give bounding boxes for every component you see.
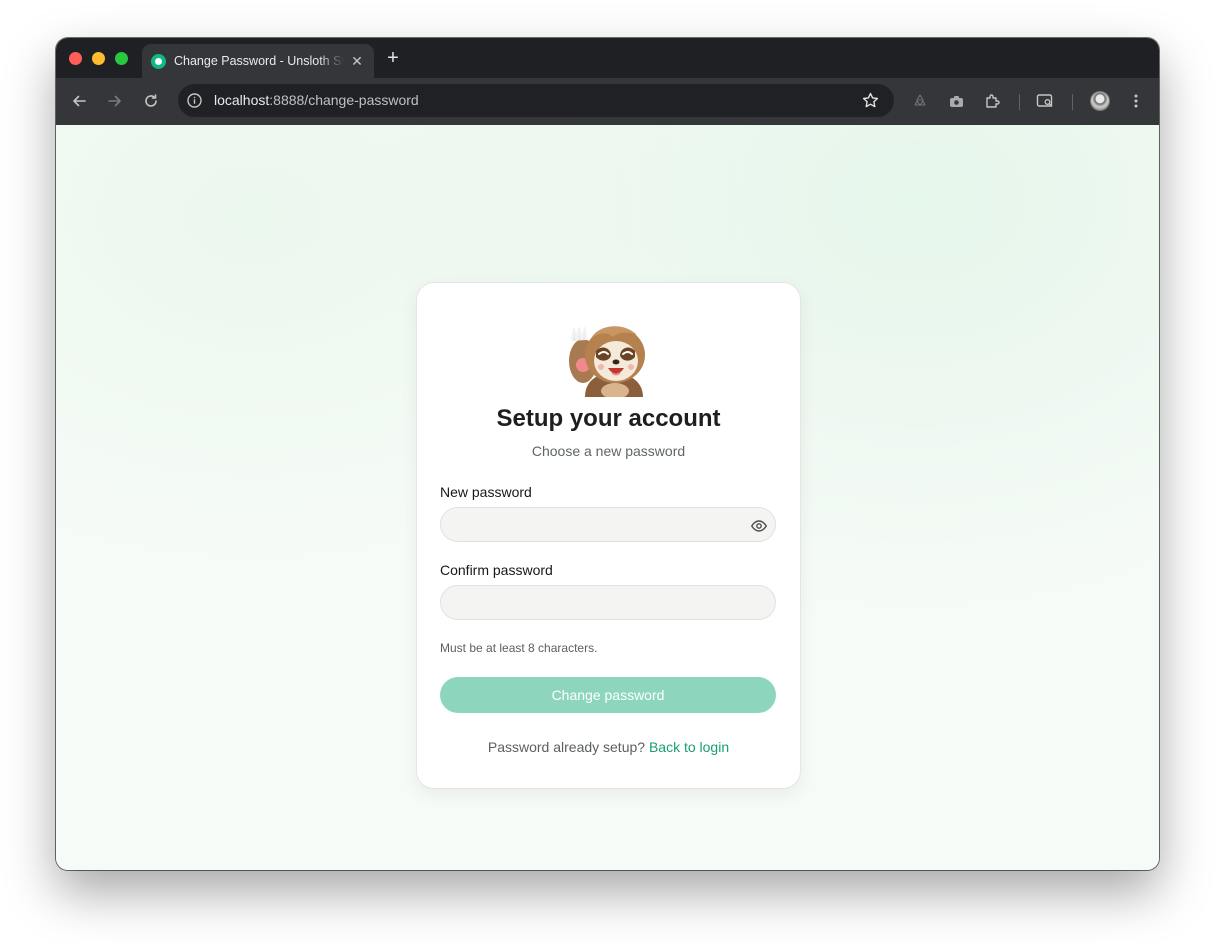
new-password-label: New password: [440, 484, 532, 500]
page-viewport: Setup your account Choose a new password…: [56, 125, 1159, 870]
back-arrow-icon[interactable]: [69, 91, 89, 111]
browser-toolbar: localhost:8888/change-password: [56, 78, 1159, 125]
url-host: localhost: [214, 92, 270, 108]
tab-title: Change Password - Unsloth Studio: [174, 54, 344, 68]
zoom-window-button[interactable]: [115, 52, 128, 65]
reading-mode-icon[interactable]: [1035, 91, 1055, 111]
browser-tab[interactable]: Change Password - Unsloth Studio ✕: [142, 44, 374, 78]
page-title: Setup your account: [496, 405, 721, 432]
address-bar[interactable]: localhost:8888/change-password: [178, 84, 894, 117]
confirm-password-label: Confirm password: [440, 562, 553, 578]
show-password-eye-icon[interactable]: [750, 517, 768, 535]
toolbar-divider: [1019, 94, 1020, 110]
url-text: localhost:8888/change-password: [214, 92, 419, 108]
url-path: :8888/change-password: [269, 92, 419, 108]
bookmark-star-icon[interactable]: [861, 91, 880, 110]
close-window-button[interactable]: [69, 52, 82, 65]
new-tab-button[interactable]: +: [383, 48, 403, 68]
sloth-mascot-logo: [563, 317, 653, 399]
password-requirement-hint: Must be at least 8 characters.: [440, 641, 598, 655]
extensions-puzzle-icon[interactable]: [982, 91, 1002, 111]
recycle-extension-icon[interactable]: [910, 91, 930, 111]
new-password-input[interactable]: [440, 507, 776, 542]
change-password-card: Setup your account Choose a new password…: [416, 282, 801, 789]
change-password-button[interactable]: Change password: [440, 677, 776, 713]
minimize-window-button[interactable]: [92, 52, 105, 65]
profile-avatar[interactable]: [1090, 91, 1110, 111]
back-to-login-line: Password already setup? Back to login: [417, 739, 800, 755]
confirm-password-input[interactable]: [440, 585, 776, 620]
close-tab-icon[interactable]: ✕: [349, 53, 365, 69]
reload-icon[interactable]: [141, 91, 161, 111]
camera-extension-icon[interactable]: [946, 91, 966, 111]
favicon-icon: [151, 54, 166, 69]
toolbar-divider: [1072, 94, 1073, 110]
more-menu-icon[interactable]: [1126, 91, 1146, 111]
tab-strip: Change Password - Unsloth Studio ✕ +: [56, 38, 1159, 78]
browser-window: Change Password - Unsloth Studio ✕ + loc…: [56, 38, 1159, 870]
already-setup-text: Password already setup?: [487, 739, 646, 755]
back-to-login-link[interactable]: Back to login: [649, 739, 729, 755]
site-info-icon[interactable]: [186, 92, 203, 109]
page-subtitle: Choose a new password: [531, 443, 686, 459]
forward-arrow-icon[interactable]: [105, 91, 125, 111]
